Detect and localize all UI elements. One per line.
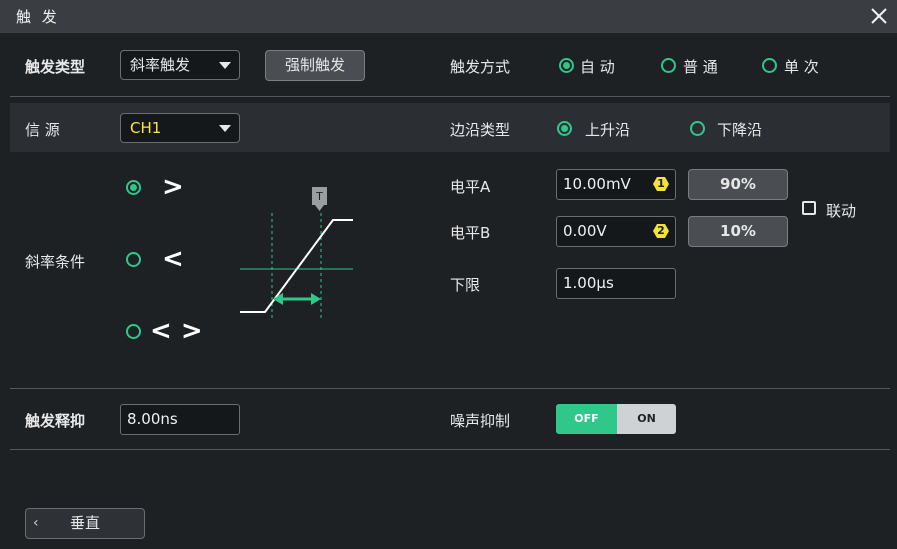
noise-reject-on: ON bbox=[617, 404, 676, 434]
level-a-badge-icon: 1 bbox=[653, 176, 669, 192]
link-label: 联动 bbox=[826, 202, 857, 220]
lower-limit-field[interactable]: 1.00µs bbox=[556, 268, 676, 299]
lower-limit-value: 1.00µs bbox=[563, 274, 614, 292]
holdoff-value: 8.00ns bbox=[127, 410, 178, 428]
vertical-button[interactable]: ‹ 垂直 bbox=[25, 508, 145, 539]
trigger-type-label: 触发类型 bbox=[25, 58, 86, 76]
slope-less-symbol: < bbox=[162, 244, 184, 274]
trigger-type-select[interactable]: 斜率触发 bbox=[120, 50, 240, 80]
source-value: CH1 bbox=[130, 119, 162, 137]
level-a-value: 10.00mV bbox=[563, 175, 631, 193]
holdoff-field[interactable]: 8.00ns bbox=[120, 404, 240, 435]
force-trigger-button[interactable]: 强制触发 bbox=[265, 50, 365, 81]
noise-reject-toggle[interactable]: OFF ON bbox=[556, 404, 676, 434]
trigger-mode-auto-label: 自 动 bbox=[580, 58, 615, 76]
level-a-percent-button[interactable]: 90% bbox=[688, 169, 788, 200]
level-b-percent-button[interactable]: 10% bbox=[688, 216, 788, 247]
edge-falling-radio[interactable] bbox=[690, 121, 705, 136]
edge-rising-label: 上升沿 bbox=[585, 121, 631, 139]
trigger-mode-normal-radio[interactable] bbox=[661, 58, 676, 73]
trigger-marker-label: T bbox=[315, 190, 323, 203]
trigger-type-value: 斜率触发 bbox=[130, 56, 191, 74]
edge-rising-radio[interactable] bbox=[557, 121, 572, 136]
level-a-field[interactable]: 10.00mV 1 bbox=[556, 169, 676, 200]
vertical-button-label: 垂直 bbox=[69, 514, 100, 532]
trigger-mode-auto-radio[interactable] bbox=[559, 58, 574, 73]
slope-greater-symbol: > bbox=[162, 172, 184, 202]
slope-greater-radio[interactable] bbox=[126, 180, 141, 195]
source-label: 信 源 bbox=[25, 121, 60, 139]
level-b-value: 0.00V bbox=[563, 222, 607, 240]
trigger-mode-normal-label: 普 通 bbox=[683, 58, 718, 76]
trigger-mode-label: 触发方式 bbox=[450, 58, 511, 76]
level-b-field[interactable]: 0.00V 2 bbox=[556, 216, 676, 247]
trigger-mode-single-label: 单 次 bbox=[784, 58, 819, 76]
slope-between-symbol: < > bbox=[150, 316, 203, 346]
slope-diagram: T bbox=[240, 187, 353, 318]
source-select[interactable]: CH1 bbox=[120, 113, 240, 143]
level-b-badge-icon: 2 bbox=[653, 223, 669, 239]
holdoff-label: 触发释抑 bbox=[25, 412, 86, 430]
divider bbox=[10, 449, 890, 450]
link-checkbox[interactable] bbox=[802, 201, 816, 215]
lower-limit-label: 下限 bbox=[450, 276, 481, 294]
noise-reject-off: OFF bbox=[556, 404, 617, 434]
divider bbox=[10, 96, 890, 97]
chevron-left-icon: ‹ bbox=[33, 515, 39, 531]
divider bbox=[10, 388, 890, 389]
level-a-label: 电平A bbox=[450, 178, 491, 196]
window-title: 触 发 bbox=[16, 8, 60, 26]
level-b-label: 电平B bbox=[450, 224, 491, 242]
slope-between-radio[interactable] bbox=[126, 324, 141, 339]
chevron-down-icon bbox=[219, 125, 231, 132]
trigger-mode-single-radio[interactable] bbox=[762, 58, 777, 73]
edge-type-label: 边沿类型 bbox=[450, 121, 511, 139]
chevron-down-icon bbox=[219, 62, 231, 69]
slope-less-radio[interactable] bbox=[126, 252, 141, 267]
slope-condition-label: 斜率条件 bbox=[25, 253, 86, 271]
noise-reject-label: 噪声抑制 bbox=[450, 412, 511, 430]
title-bar: 触 发 bbox=[0, 0, 897, 33]
close-icon[interactable] bbox=[867, 4, 891, 28]
edge-falling-label: 下降沿 bbox=[717, 121, 763, 139]
